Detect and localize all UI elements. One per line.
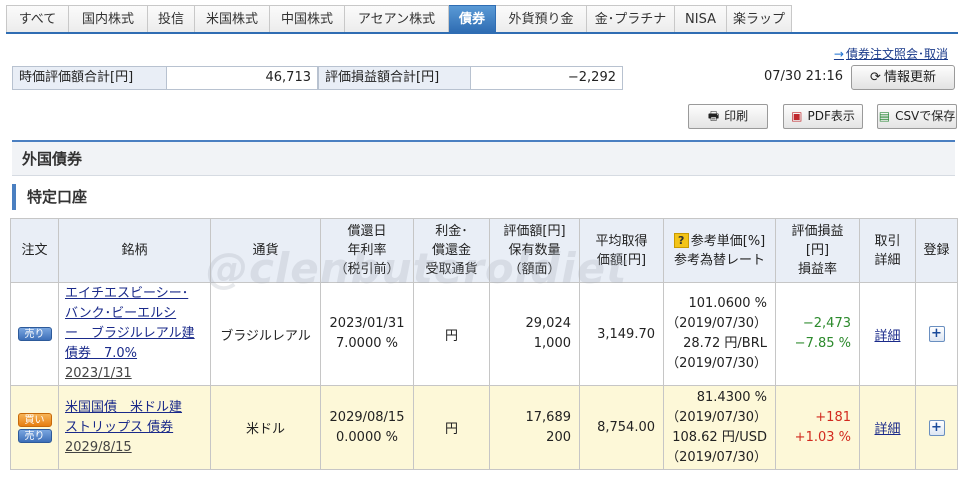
- col-interest-currency: 利金･ 償還金 受取通貨: [413, 218, 490, 283]
- bond-name-cell: 米国国債 米ドル建 ストリップス 債券 2029/8/15: [58, 385, 211, 470]
- tab-fx-deposits[interactable]: 外貨預り金: [496, 5, 587, 33]
- market-value: 46,713: [167, 66, 318, 90]
- pdf-icon: ▣: [791, 109, 803, 123]
- tab-us-stocks[interactable]: 米国株式: [195, 5, 270, 33]
- order-cell: 売り: [10, 282, 59, 386]
- tab-gold-platinum[interactable]: 金･プラチナ: [587, 5, 675, 33]
- col-register: 登録: [915, 218, 958, 283]
- avg-price-cell: 8,754.00: [579, 385, 664, 470]
- section-title: 外国債券: [12, 142, 955, 176]
- tab-domestic-stocks[interactable]: 国内株式: [69, 5, 148, 33]
- currency-cell: 米ドル: [210, 385, 321, 470]
- avg-price-cell: 3,149.70: [579, 282, 664, 386]
- sell-button[interactable]: 売り: [17, 428, 52, 443]
- tab-asean-stocks[interactable]: アセアン株式: [345, 5, 449, 33]
- arrow-right-icon: →: [833, 47, 844, 61]
- bond-order-inquiry-link[interactable]: → 債券注文照会･取消: [834, 45, 948, 62]
- sell-button[interactable]: 売り: [17, 327, 52, 341]
- bond-maturity-label: 2023/1/31: [65, 366, 132, 381]
- summary-bar: 時価評価額合計[円] 46,713 評価損益額合計[円] −2,292: [12, 66, 623, 90]
- detail-link[interactable]: 詳細: [874, 329, 900, 344]
- csv-button[interactable]: ▤ CSVで保存: [877, 104, 957, 129]
- bond-name-cell: エイチエスビーシー･ バンク･ビーエルシ ー ブラジルレアル建 債券 7.0% …: [58, 282, 211, 386]
- print-button[interactable]: 🖶 印刷: [688, 104, 768, 129]
- valuation-cell: 29,024 1,000: [489, 282, 580, 386]
- register-cell: +: [915, 282, 958, 386]
- trade-detail-cell: 詳細: [859, 282, 916, 386]
- valuation-cell: 17,689 200: [489, 385, 580, 470]
- refresh-icon: ⟳: [870, 70, 881, 85]
- redemption-cell: 2029/08/15 0.0000 %: [320, 385, 414, 470]
- col-trade-detail: 取引 詳細: [859, 218, 916, 283]
- tab-nisa[interactable]: NISA: [675, 5, 727, 33]
- market-value-label: 時価評価額合計[円]: [12, 66, 167, 90]
- table-header-row: 注文 銘柄 通貨 償還日 年利率 （税引前） 利金･ 償還金 受取通貨 評価額[…: [10, 218, 958, 283]
- col-pl: 評価損益 [円] 損益率: [775, 218, 860, 283]
- col-valuation: 評価額[円] 保有数量 （額面）: [489, 218, 580, 283]
- bond-maturity-label: 2029/8/15: [65, 439, 132, 455]
- register-cell: +: [915, 385, 958, 470]
- col-ref-price: ? 参考単価[%] 参考為替レート: [663, 218, 776, 283]
- tab-underline: [6, 32, 958, 34]
- col-name: 銘柄: [58, 218, 211, 283]
- table-row: 買い 売り 米国国債 米ドル建 ストリップス 債券 2029/8/15 米ドル …: [10, 385, 958, 470]
- tab-bonds[interactable]: 債券: [449, 5, 496, 33]
- redemption-cell: 2023/01/31 7.0000 %: [320, 282, 414, 386]
- ref-price-cell: 81.4300 % （2019/07/30） 108.62 円/USD （201…: [663, 385, 776, 470]
- plus-icon[interactable]: +: [928, 326, 945, 342]
- trade-detail-cell: 詳細: [859, 385, 916, 470]
- csv-icon: ▤: [878, 109, 891, 123]
- tab-china-stocks[interactable]: 中国株式: [270, 5, 345, 33]
- tab-funds[interactable]: 投信: [148, 5, 195, 33]
- pl-cell: −2,473 −7.85 %: [775, 282, 860, 386]
- buy-button[interactable]: 買い: [17, 412, 52, 427]
- interest-currency-cell: 円: [413, 282, 490, 386]
- tab-all[interactable]: すべて: [7, 5, 69, 33]
- col-avg-price: 平均取得 価額[円]: [579, 218, 664, 283]
- interest-currency-cell: 円: [413, 385, 490, 470]
- order-cell: 買い 売り: [10, 385, 59, 470]
- detail-link[interactable]: 詳細: [874, 422, 900, 437]
- pl-label: 評価損益額合計[円]: [318, 66, 471, 90]
- pdf-button[interactable]: ▣ PDF表示: [783, 104, 863, 129]
- bond-name-link[interactable]: 米国国債 米ドル建 ストリップス 債券: [65, 398, 210, 438]
- col-currency: 通貨: [210, 218, 321, 283]
- pl-cell: +181 +1.03 %: [775, 385, 860, 470]
- bond-name-link[interactable]: エイチエスビーシー･ バンク･ビーエルシ ー ブラジルレアル建 債券 7.0%: [65, 284, 210, 364]
- table-row: 売り エイチエスビーシー･ バンク･ビーエルシ ー ブラジルレアル建 債券 7.…: [10, 282, 958, 386]
- question-icon[interactable]: ?: [673, 232, 689, 248]
- tab-bar: すべて 国内株式 投信 米国株式 中国株式 アセアン株式 債券 外貨預り金 金･…: [6, 5, 792, 33]
- currency-cell: ブラジルレアル: [210, 282, 321, 386]
- refresh-button[interactable]: ⟳ 情報更新: [851, 65, 955, 90]
- account-title: 特定口座: [12, 184, 87, 210]
- ref-price-cell: 101.0600 % （2019/07/30） 28.72 円/BRL （201…: [663, 282, 776, 386]
- pl-value: −2,292: [471, 66, 623, 90]
- holdings-table: 注文 銘柄 通貨 償還日 年利率 （税引前） 利金･ 償還金 受取通貨 評価額[…: [10, 218, 958, 470]
- col-redemption: 償還日 年利率 （税引前）: [320, 218, 414, 283]
- col-order: 注文: [10, 218, 59, 283]
- plus-icon[interactable]: +: [928, 419, 945, 436]
- tab-rakuwrap[interactable]: 楽ラップ: [727, 5, 792, 33]
- printer-icon: 🖶: [707, 109, 720, 123]
- update-timestamp: 07/30 21:16: [764, 69, 844, 84]
